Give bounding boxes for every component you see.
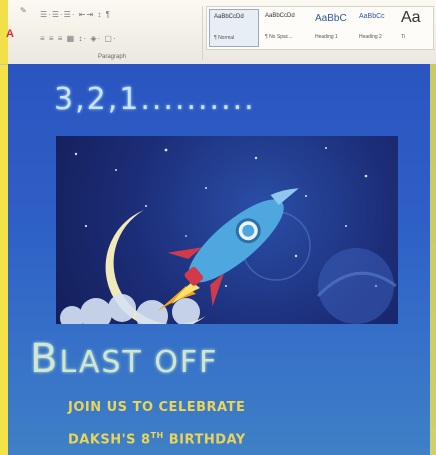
countdown-text: 3,2,1.......... [54,82,256,117]
style-sample: Aa [401,9,421,26]
line2-post: BIRTHDAY [163,432,246,448]
font-color-icon[interactable]: A [6,28,18,40]
style-sample: AaBbCcDd [214,14,244,20]
style-normal[interactable]: AaBbCcDd ¶ Normal [209,9,259,47]
blast-first-letter: B [30,336,60,382]
yellow-frame-right [430,64,436,455]
line2-pre: DAKSH'S 8 [68,432,151,448]
style-name: ¶ Normal [214,35,235,41]
style-no-spacing[interactable]: AaBbCcDd ¶ No Spac... [261,9,309,45]
line2-sup: TH [150,431,164,440]
styles-gallery: AaBbCcDd ¶ Normal AaBbCcDd ¶ No Spac... … [206,6,434,50]
rocket-scene-svg [60,147,397,324]
paragraph-group-label: Paragraph [98,54,127,60]
style-name: ¶ No Spac... [265,34,293,40]
style-sample: AaBbCcDd [265,13,295,19]
style-name: Heading 2 [359,34,382,40]
blast-rest-text: LAST OFF [59,345,219,380]
style-sample: AaBbCc [359,13,385,20]
invite-line-birthday: DAKSH'S 8TH BIRTHDAY [68,431,246,447]
blast-off-heading: BLAST OFF [30,336,218,382]
ribbon-top-left-icons[interactable]: ✎ [20,6,28,15]
document-page[interactable]: 3,2,1.......... BLAST OFF JOIN US TO CEL… [8,64,436,455]
style-heading-1[interactable]: AaBbC Heading 1 [311,9,351,45]
alignment-buttons-row[interactable]: ≡ ≡ ≡ ▦ ↕· ◈· ▢· [40,34,117,43]
style-name: Heading 1 [315,34,338,40]
style-sample: AaBbC [315,13,347,24]
ribbon-divider [202,6,203,60]
list-buttons-row[interactable]: ☰·☰·☰· ⇤⇥ ↕ ¶ [40,10,111,19]
invite-line-join: JOIN US TO CELEBRATE [68,400,246,415]
rocket-illustration [56,136,398,324]
style-name: Ti [401,34,405,40]
word-ribbon: ✎ A ☰·☰·☰· ⇤⇥ ↕ ¶ ≡ ≡ ≡ ▦ ↕· ◈· ▢· Parag… [0,0,436,65]
style-heading-2[interactable]: AaBbCc Heading 2 [355,9,395,45]
style-title[interactable]: Aa Ti [397,9,431,45]
